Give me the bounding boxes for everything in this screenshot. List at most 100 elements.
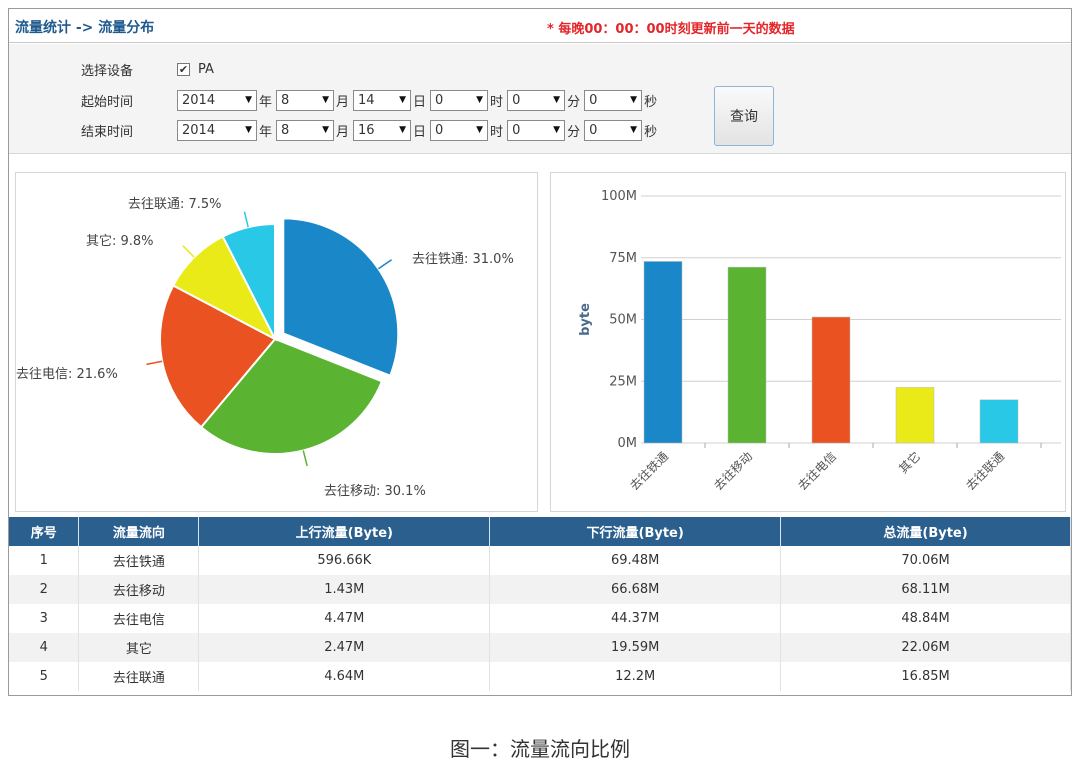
header-total: 总流量(Byte) xyxy=(780,517,1071,546)
bar-chart-panel: 0M 25M 50M 75M 100M byte 去往铁通 去往移动 去往电信 其它 去往联通 xyxy=(550,172,1066,512)
unit-month: 月 xyxy=(336,94,350,110)
end-month-select[interactable]: 8 ▼ xyxy=(276,119,335,141)
start-month-select[interactable]: 8 ▼ xyxy=(276,89,335,111)
chevron-down-icon: ▼ xyxy=(553,95,561,105)
y-tick-label: 100M xyxy=(601,189,637,204)
chevron-down-icon: ▼ xyxy=(476,125,484,135)
device-label: 选择设备 xyxy=(81,63,134,79)
chevron-down-icon: ▼ xyxy=(630,95,638,105)
y-tick-label: 25M xyxy=(609,374,637,389)
pie-chart: 去往铁通: 31.0% 去往移动: 30.1% 去往电信: 21.6% 其它: 9.8… xyxy=(16,197,514,499)
y-tick-label: 75M xyxy=(609,251,637,266)
pie-label: 去往铁通: 31.0% xyxy=(412,252,514,267)
cell-index: 2 xyxy=(9,575,80,604)
unit-minute: 分 xyxy=(567,94,581,110)
start-second-select[interactable]: 0 ▼ xyxy=(584,89,643,111)
cell-download: 69.48M xyxy=(489,546,782,575)
cell-total: 22.06M xyxy=(780,633,1071,662)
pie-connector xyxy=(182,245,195,258)
pie-chart-panel: 去往铁通: 31.0% 去往移动: 30.1% 去往电信: 21.6% 其它: 9.8… xyxy=(15,172,538,512)
x-tick-label: 去往铁通 xyxy=(627,449,672,494)
pie-connector xyxy=(146,360,163,366)
unit-second: 秒 xyxy=(644,124,658,140)
unit-second: 秒 xyxy=(644,94,658,110)
cell-download: 12.2M xyxy=(489,662,782,691)
cell-upload: 2.47M xyxy=(198,633,491,662)
start-hour-select[interactable]: 0 ▼ xyxy=(430,89,489,111)
chevron-down-icon: ▼ xyxy=(553,125,561,135)
start-year-select[interactable]: 2014 ▼ xyxy=(177,89,257,111)
cell-index: 4 xyxy=(9,633,80,662)
unit-minute: 分 xyxy=(567,124,581,140)
end-time-label: 结束时间 xyxy=(81,124,134,140)
device-name: PA xyxy=(198,61,214,77)
cell-index: 1 xyxy=(9,546,80,575)
chevron-down-icon: ▼ xyxy=(322,125,330,135)
start-day-select[interactable]: 14 ▼ xyxy=(353,89,412,111)
cell-download: 44.37M xyxy=(489,604,782,633)
pie-label: 去往电信: 21.6% xyxy=(16,367,118,382)
cell-direction: 去往联通 xyxy=(78,662,200,691)
pie-label: 去往移动: 30.1% xyxy=(324,484,426,499)
chevron-down-icon: ▼ xyxy=(630,125,638,135)
cell-upload: 1.43M xyxy=(198,575,491,604)
breadcrumb: 流量统计 -> 流量分布 xyxy=(15,20,155,36)
bar-item-1[interactable] xyxy=(643,261,683,444)
unit-day: 日 xyxy=(413,94,427,110)
unit-hour: 时 xyxy=(490,94,504,110)
update-notice: * 每晚00：00：00时刻更新前一天的数据 xyxy=(547,22,795,37)
pie-connector xyxy=(302,450,308,467)
cell-total: 48.84M xyxy=(780,604,1071,633)
x-tick-label: 去往电信 xyxy=(795,449,840,494)
cell-index: 3 xyxy=(9,604,80,633)
x-tick-label: 去往移动 xyxy=(711,449,756,494)
unit-year: 年 xyxy=(259,124,273,140)
cell-upload: 596.66K xyxy=(198,546,491,575)
chevron-down-icon: ▼ xyxy=(245,95,252,105)
cell-direction: 其它 xyxy=(78,633,200,662)
x-tick-label: 其它 xyxy=(896,449,924,477)
end-year-select[interactable]: 2014 ▼ xyxy=(177,119,257,141)
cell-index: 5 xyxy=(9,662,80,691)
pie-label: 去往联通: 7.5% xyxy=(128,197,222,212)
filter-panel: 选择设备 ✔ PA 起始时间 2014 ▼ 年 8 ▼ 月 14 ▼ 日 0 ▼ 时 0… xyxy=(9,44,1071,154)
device-row: 选择设备 ✔ PA xyxy=(81,58,214,80)
pie-connector xyxy=(243,211,249,228)
unit-month: 月 xyxy=(336,124,350,140)
table-row: 5 去往联通 4.64M 12.2M 16.85M xyxy=(9,662,1071,691)
report-frame: 流量统计 -> 流量分布 * 每晚00：00：00时刻更新前一天的数据 选择设备… xyxy=(8,8,1072,696)
table-row: 2 去往移动 1.43M 66.68M 68.11M xyxy=(9,575,1071,604)
end-day-select[interactable]: 16 ▼ xyxy=(353,119,412,141)
figure-caption: 图一：流量流向比例 xyxy=(450,737,630,761)
header-download: 下行流量(Byte) xyxy=(489,517,782,546)
device-checkbox[interactable]: ✔ xyxy=(177,62,190,76)
chevron-down-icon: ▼ xyxy=(399,95,407,105)
table-row: 3 去往电信 4.47M 44.37M 48.84M xyxy=(9,604,1071,633)
cell-download: 19.59M xyxy=(489,633,782,662)
cell-total: 16.85M xyxy=(780,662,1071,691)
start-minute-select[interactable]: 0 ▼ xyxy=(507,89,566,111)
unit-day: 日 xyxy=(413,124,427,140)
cell-direction: 去往铁通 xyxy=(78,546,200,575)
table-row: 1 去往铁通 596.66K 69.48M 70.06M xyxy=(9,546,1071,575)
pie-label: 其它: 9.8% xyxy=(86,233,154,249)
bar-chart: 0M 25M 50M 75M 100M byte 去往铁通 去往移动 去往电信 其它 去往联通 xyxy=(578,189,1061,494)
header-upload: 上行流量(Byte) xyxy=(198,517,491,546)
cell-download: 66.68M xyxy=(489,575,782,604)
unit-year: 年 xyxy=(259,94,273,110)
bar-item-2[interactable] xyxy=(727,266,767,444)
chevron-down-icon: ▼ xyxy=(245,125,252,135)
query-button[interactable]: 查询 xyxy=(714,86,774,146)
cell-direction: 去往电信 xyxy=(78,604,200,633)
bar-item-5[interactable] xyxy=(979,399,1019,444)
bar-item-4[interactable] xyxy=(895,387,935,444)
end-minute-select[interactable]: 0 ▼ xyxy=(507,119,566,141)
cell-upload: 4.47M xyxy=(198,604,491,633)
cell-total: 70.06M xyxy=(780,546,1071,575)
end-hour-select[interactable]: 0 ▼ xyxy=(430,119,489,141)
end-second-select[interactable]: 0 ▼ xyxy=(584,119,643,141)
bar-item-3[interactable] xyxy=(811,316,851,444)
cell-total: 68.11M xyxy=(780,575,1071,604)
unit-hour: 时 xyxy=(490,124,504,140)
table-header-row: 序号 流量流向 上行流量(Byte) 下行流量(Byte) 总流量(Byte) xyxy=(9,517,1071,546)
